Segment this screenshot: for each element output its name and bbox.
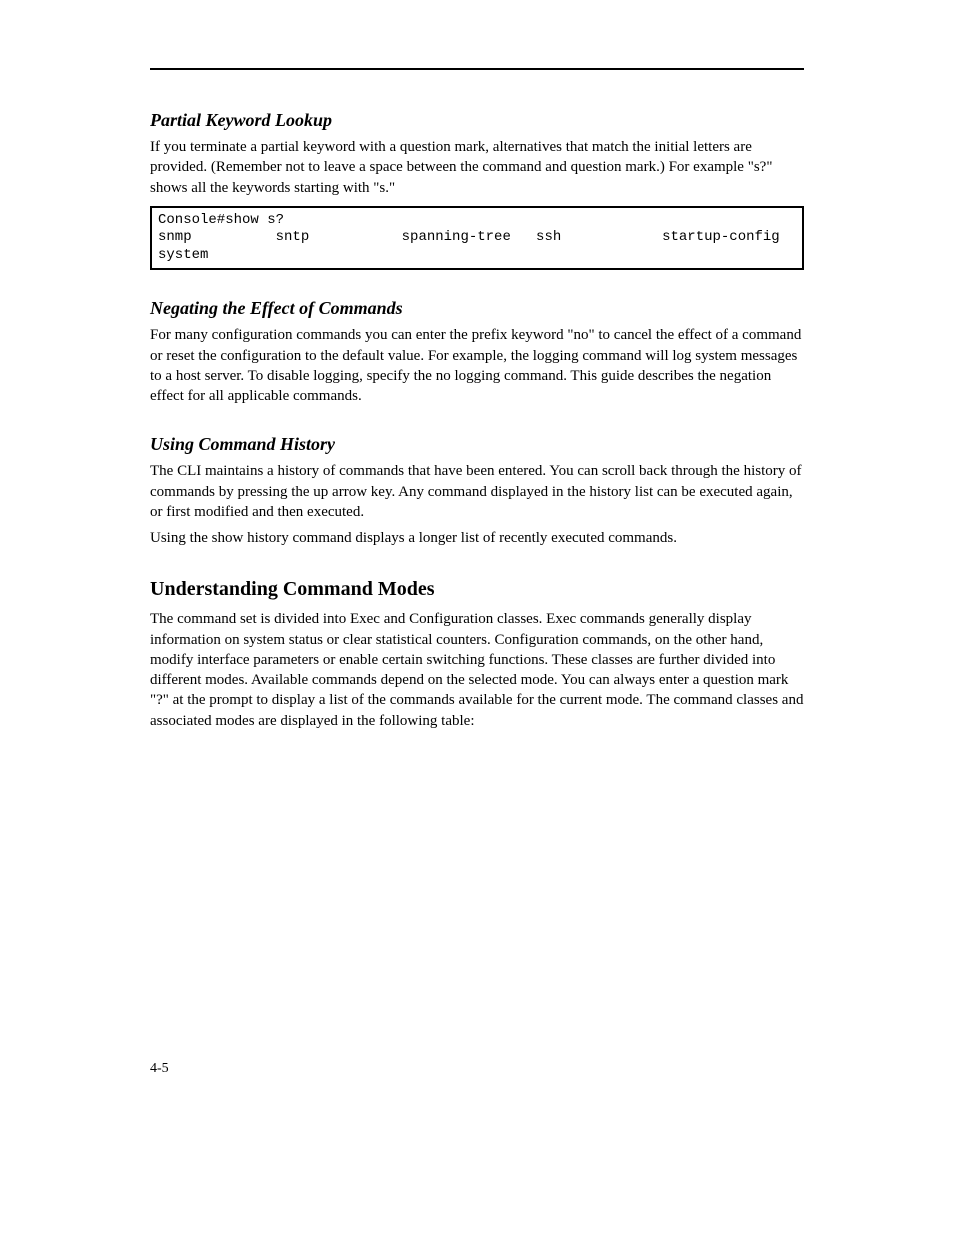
header-rule — [150, 68, 804, 70]
console-output-box: Console#show s? snmp sntp spanning-tree … — [150, 206, 804, 271]
paragraph-command-modes: The command set is divided into Exec and… — [150, 609, 804, 731]
paragraph-partial-keyword: If you terminate a partial keyword with … — [150, 137, 804, 198]
page-number: 4-5 — [150, 1061, 804, 1077]
paragraph-history-2: Using the show history command displays … — [150, 528, 804, 548]
console-line-3: system — [158, 247, 208, 263]
console-line-1: Console#show s? — [158, 212, 284, 228]
section-title-negating: Negating the Effect of Commands — [150, 298, 804, 319]
page-container: Partial Keyword Lookup If you terminate … — [0, 0, 954, 1137]
console-line-2: snmp sntp spanning-tree ssh startup-conf… — [158, 229, 780, 245]
paragraph-negating: For many configuration commands you can … — [150, 325, 804, 406]
section-title-partial-keyword: Partial Keyword Lookup — [150, 110, 804, 131]
paragraph-history-1: The CLI maintains a history of commands … — [150, 461, 804, 522]
section-title-command-modes: Understanding Command Modes — [150, 578, 804, 601]
section-title-history: Using Command History — [150, 434, 804, 455]
